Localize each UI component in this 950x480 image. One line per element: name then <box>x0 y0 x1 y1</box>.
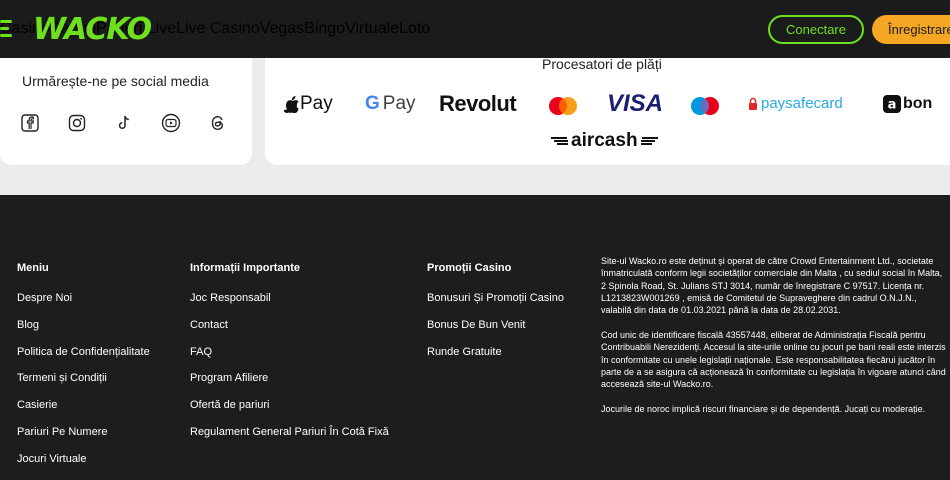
social-title: Urmărește-ne pe social media <box>22 73 209 89</box>
menu-column-title: Meniu <box>17 262 49 274</box>
legal-paragraph-license: Site-ul Wacko.ro este deținut și operat … <box>601 256 943 316</box>
info-column-title: Informații Importante <box>190 262 301 274</box>
mastercard-logo <box>548 96 578 116</box>
footer-link-blog[interactable]: Blog <box>17 319 150 346</box>
revolut-logo: Revolut <box>439 91 517 116</box>
legal-disclaimer: Site-ul Wacko.ro este deținut și operat … <box>601 255 946 428</box>
footer-link-responsible-gaming[interactable]: Joc Responsabil <box>190 292 389 319</box>
apple-pay-logo: Pay <box>284 93 333 115</box>
top-navigation-bar: WACKO Casino Pariuri Pariuri Live Live C… <box>0 0 950 58</box>
footer-link-number-bets[interactable]: Pariuri Pe Numere <box>17 426 150 453</box>
register-button[interactable]: Înregistrare <box>872 15 950 44</box>
nav-live-casino[interactable]: Live Casino <box>176 20 260 38</box>
payments-title: Procesatori de plăți <box>542 56 662 72</box>
footer-link-privacy[interactable]: Politica de Confidențialitate <box>17 346 150 373</box>
apple-pay-text: Pay <box>300 93 333 114</box>
youtube-icon[interactable] <box>161 113 181 133</box>
footer-link-despre-noi[interactable]: Despre Noi <box>17 292 150 319</box>
tiktok-icon[interactable] <box>114 113 134 133</box>
abon-icon: a <box>883 95 901 113</box>
google-g-icon: G <box>365 93 380 114</box>
menu-column-list: Despre Noi Blog Politica de Confidențial… <box>17 292 150 480</box>
footer-link-affiliate[interactable]: Program Afiliere <box>190 372 389 399</box>
nav-vegas[interactable]: Vegas <box>260 20 304 38</box>
payment-processors-card: Procesatori de plăți Pay G Pay Revolut V… <box>265 56 950 165</box>
lock-icon <box>749 97 757 110</box>
abon-text: bon <box>903 95 933 112</box>
footer-link-casino-bonuses[interactable]: Bonusuri Și Promoții Casino <box>427 292 564 319</box>
footer-link-terms[interactable]: Termeni și Condiții <box>17 372 150 399</box>
aircash-left-wings <box>551 137 568 145</box>
login-button[interactable]: Conectare <box>768 15 864 44</box>
google-pay-logo: G Pay <box>365 93 416 115</box>
footer-link-betting-offer[interactable]: Ofertă de pariuri <box>190 399 389 426</box>
paysafecard-logo: paysafecard <box>748 95 843 112</box>
social-icons-row <box>20 113 255 133</box>
site-footer: Meniu Despre Noi Blog Politica de Confid… <box>0 195 950 472</box>
footer-link-free-spins[interactable]: Runde Gratuite <box>427 346 564 373</box>
menu-icon[interactable] <box>0 20 14 38</box>
footer-link-welcome-bonus[interactable]: Bonus De Bun Venit <box>427 319 564 346</box>
promo-column-title: Promoții Casino <box>427 262 512 274</box>
instagram-icon[interactable] <box>67 113 87 133</box>
info-column-list: Joc Responsabil Contact FAQ Program Afil… <box>190 292 389 453</box>
footer-link-contact[interactable]: Contact <box>190 319 389 346</box>
aircash-logo: aircash <box>551 130 658 152</box>
nav-loto[interactable]: Loto <box>399 20 430 38</box>
aircash-text: aircash <box>571 130 638 151</box>
apple-icon <box>284 96 299 113</box>
footer-link-faq[interactable]: FAQ <box>190 346 389 373</box>
footer-link-cashier[interactable]: Casierie <box>17 399 150 426</box>
legal-paragraph-tax: Cod unic de identificare fiscală 4355744… <box>601 329 946 390</box>
maestro-logo <box>690 96 720 116</box>
nav-virtuale[interactable]: Virtuale <box>345 20 399 38</box>
wacko-logo[interactable]: WACKO <box>33 12 152 47</box>
paysafecard-text: paysafecard <box>761 95 843 112</box>
nav-bingo[interactable]: Bingo <box>304 20 345 38</box>
threads-icon[interactable] <box>208 113 228 133</box>
google-pay-text: Pay <box>382 93 416 114</box>
visa-logo: VISA <box>607 90 664 117</box>
footer-link-virtual-games[interactable]: Jocuri Virtuale <box>17 453 150 480</box>
facebook-icon[interactable] <box>20 113 40 133</box>
footer-link-betting-rules[interactable]: Regulament General Pariuri În Cotă Fixă <box>190 426 389 453</box>
aircash-right-wings <box>640 137 658 145</box>
promo-column-list: Bonusuri Și Promoții Casino Bonus De Bun… <box>427 292 564 372</box>
legal-paragraph-risk: Jocurile de noroc implică riscuri financ… <box>601 403 926 414</box>
abon-logo: a bon <box>883 95 932 113</box>
social-media-card: Urmărește-ne pe social media <box>0 58 252 165</box>
svg-text:a: a <box>888 98 897 113</box>
